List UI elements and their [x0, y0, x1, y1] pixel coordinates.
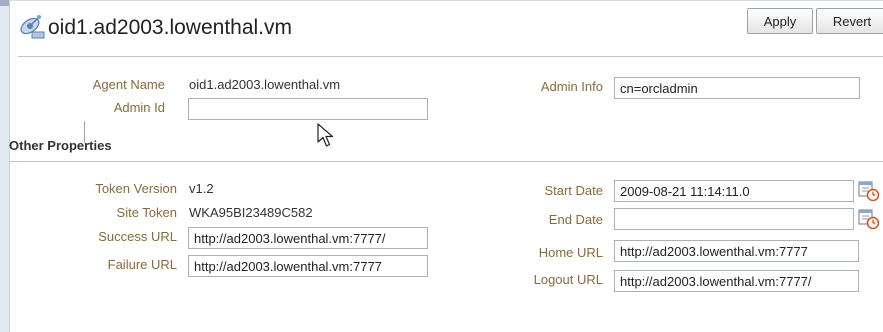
start-date-field[interactable]: 2009-08-21 11:14:11.0	[614, 180, 854, 202]
admin-info-field[interactable]: cn=orcladmin	[614, 77, 860, 99]
apply-button[interactable]: Apply	[747, 8, 813, 34]
logout-url-label: Logout URL	[533, 272, 603, 287]
failure-url-label: Failure URL	[107, 257, 177, 272]
logout-url-field[interactable]: http://ad2003.lowenthal.vm:7777/	[614, 270, 859, 292]
success-url-label: Success URL	[98, 229, 177, 244]
calendar-clock-icon[interactable]	[858, 208, 880, 230]
start-date-label: Start Date	[544, 183, 603, 198]
token-version-value: v1.2	[189, 181, 214, 196]
agent-name-value: oid1.ad2003.lowenthal.vm	[189, 77, 341, 92]
top-border	[9, 0, 883, 1]
admin-id-field[interactable]	[188, 98, 428, 120]
mouse-pointer-icon	[317, 123, 334, 147]
success-url-field[interactable]: http://ad2003.lowenthal.vm:7777/	[188, 227, 428, 249]
failure-url-field[interactable]: http://ad2003.lowenthal.vm:7777	[188, 255, 428, 277]
end-date-label: End Date	[548, 212, 603, 227]
section-divider	[9, 161, 883, 162]
agent-name-label: Agent Name	[92, 77, 165, 92]
admin-id-label: Admin Id	[113, 100, 165, 115]
site-token-label: Site Token	[116, 205, 177, 220]
header-divider	[18, 56, 883, 57]
token-version-label: Token Version	[95, 181, 177, 196]
page-title: oid1.ad2003.lowenthal.vm	[48, 16, 293, 39]
site-token-value: WKA95BI23489C582	[189, 205, 313, 220]
admin-info-label: Admin Info	[540, 79, 603, 94]
end-date-field[interactable]	[614, 208, 854, 230]
home-url-label: Home URL	[538, 245, 603, 260]
home-url-field[interactable]: http://ad2003.lowenthal.vm:7777	[614, 240, 859, 262]
section-title-other-properties: Other Properties	[9, 138, 112, 153]
revert-button[interactable]: Revert	[816, 8, 883, 34]
calendar-clock-icon[interactable]	[858, 180, 880, 202]
agent-satellite-icon	[20, 15, 45, 39]
left-frame-edge	[0, 0, 10, 332]
frame-notch	[0, 0, 9, 6]
